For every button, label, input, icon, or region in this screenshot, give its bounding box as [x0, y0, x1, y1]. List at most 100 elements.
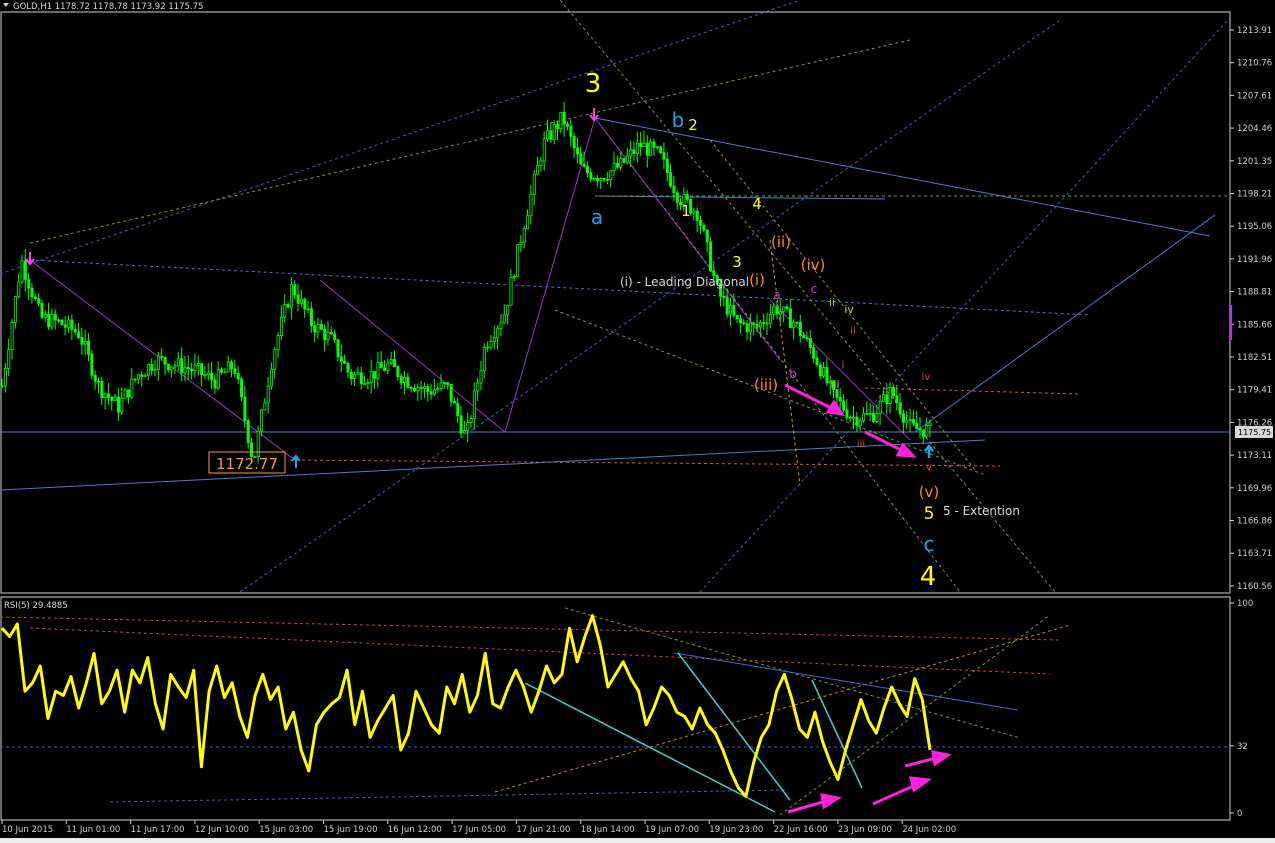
candle-body: [343, 361, 347, 364]
candle-body: [223, 371, 227, 374]
candle-body: [705, 229, 709, 243]
candle-body: [808, 338, 812, 349]
candle-body: [795, 321, 799, 324]
candle-body: [336, 339, 340, 358]
price-tick-label: 1160.56: [1237, 582, 1272, 592]
candle-body: [529, 193, 533, 217]
price-tick-label: 1163.71: [1237, 549, 1272, 559]
candle-body: [512, 276, 516, 278]
candle-body: [43, 313, 47, 318]
candle-body: [240, 378, 244, 398]
wave-label-iii-sub: iii: [830, 378, 839, 391]
candle-body: [356, 372, 360, 375]
time-tick-label: 15 Jun 19:00: [324, 825, 378, 835]
candle-body: [532, 173, 536, 195]
candle-body: [393, 359, 397, 368]
candle-body: [126, 389, 130, 398]
candle-body: [193, 364, 197, 371]
candle-body: [901, 413, 905, 423]
candle-body: [449, 384, 453, 402]
candle-body: [582, 163, 586, 167]
wave-label-i-red: i: [842, 360, 845, 371]
candle-body: [556, 123, 560, 130]
candle-body: [599, 178, 603, 181]
candle-body: [396, 366, 400, 378]
time-axis: 10 Jun 2015 11 Jun 01:00 11 Jun 17:00 12 Ju…: [1, 820, 956, 835]
price-tick-label: 1169.96: [1237, 484, 1272, 494]
candle-body: [283, 304, 287, 318]
candle-body: [865, 413, 869, 415]
candle-body: [502, 314, 506, 324]
candle-body: [153, 368, 157, 371]
candle-body: [136, 374, 140, 380]
candle-body: [156, 355, 160, 370]
header-dropdown-icon[interactable]: [3, 3, 9, 7]
candle-body: [775, 306, 779, 315]
candle-body: [369, 371, 373, 383]
rsi-trend-lines: [0, 607, 1230, 816]
candle-body: [462, 430, 466, 434]
candle-body: [429, 391, 433, 395]
chart-header: GOLD,H1 1178.72 1178.78 1173.92 1175.75: [13, 2, 203, 12]
candle-body: [286, 304, 290, 308]
candle-body: [822, 367, 826, 377]
candle-body: [183, 366, 187, 374]
candle-body: [652, 141, 656, 148]
candle-body: [67, 319, 71, 328]
candle-body: [825, 367, 829, 384]
candle-body: [566, 123, 570, 127]
time-tick-label: 16 Jun 12:00: [388, 825, 442, 835]
candle-body: [386, 362, 390, 371]
candle-body: [270, 368, 274, 387]
rsi-axis: 100 32 0: [1230, 599, 1253, 819]
candle-body: [629, 149, 633, 157]
candle-body: [785, 306, 789, 310]
candle-body: [579, 153, 583, 165]
wave-label-ii-red: ii: [850, 326, 856, 337]
candle-body: [203, 374, 207, 376]
candle-body: [3, 368, 7, 387]
candle-body: [289, 284, 293, 308]
wave-label-iv-sub: iv: [844, 303, 854, 316]
candle-body: [536, 165, 540, 175]
candle-body: [725, 297, 729, 315]
trend-lines: [0, 0, 1230, 593]
green-dashed-line-1: [29, 39, 911, 244]
bottom-strip: [0, 838, 1275, 843]
candle-body: [339, 356, 343, 362]
purple-wave-line-1: [29, 259, 296, 461]
candle-body: [918, 428, 922, 431]
rsi-red-dashed-2: [29, 627, 1051, 675]
candle-body: [413, 387, 417, 392]
candle-body: [313, 325, 317, 333]
candle-body: [492, 337, 496, 343]
candle-body: [592, 177, 596, 180]
price-tick-label: 1198.21: [1237, 190, 1272, 200]
wave-label-iii-paren: (iii): [754, 376, 778, 394]
blue-dashed-channel-1: [29, 259, 1091, 316]
candle-body: [47, 313, 51, 328]
candle-body: [546, 130, 550, 140]
candle-body: [383, 367, 387, 371]
price-tick-label: 1201.35: [1237, 157, 1272, 167]
candle-body: [442, 382, 446, 385]
candle-body: [562, 111, 566, 125]
time-tick-label: 17 Jun 21:00: [516, 825, 570, 835]
candle-body: [409, 387, 413, 389]
candle-body: [818, 364, 822, 377]
main-panel-frame: [0, 11, 1231, 594]
wave-label-c-minute: c: [811, 282, 818, 296]
candle-body: [63, 324, 67, 328]
candle-body: [665, 158, 669, 174]
candle-body: [476, 382, 480, 392]
candle-body: [439, 382, 443, 389]
candle-body: [875, 413, 879, 422]
candle-body: [230, 361, 234, 370]
candle-body: [838, 396, 842, 402]
candle-body: [133, 378, 137, 381]
candle-body: [303, 298, 307, 310]
candle-body: [805, 337, 809, 340]
candle-body: [772, 306, 776, 315]
candle-body: [87, 340, 91, 355]
candle-body: [296, 294, 300, 304]
